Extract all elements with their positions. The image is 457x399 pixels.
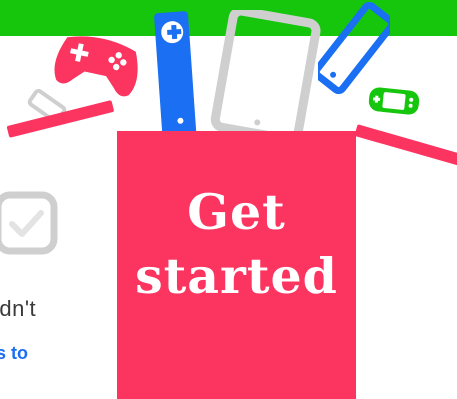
box-flap-right [354, 124, 457, 167]
tablet-icon [210, 10, 321, 136]
checkmark-icon [0, 191, 58, 255]
smartphone-icon [318, 1, 390, 95]
gamepad-icon [54, 36, 138, 97]
description-link[interactable]: s to [0, 343, 28, 364]
get-started-label: Get started [135, 180, 338, 308]
description-text: ldn't [0, 296, 37, 321]
handheld-console-icon [368, 87, 420, 115]
label-line-1: Get [187, 183, 286, 241]
remote-icon [154, 11, 197, 136]
get-started-button[interactable]: Get started [117, 131, 356, 399]
label-line-2: started [135, 247, 338, 305]
